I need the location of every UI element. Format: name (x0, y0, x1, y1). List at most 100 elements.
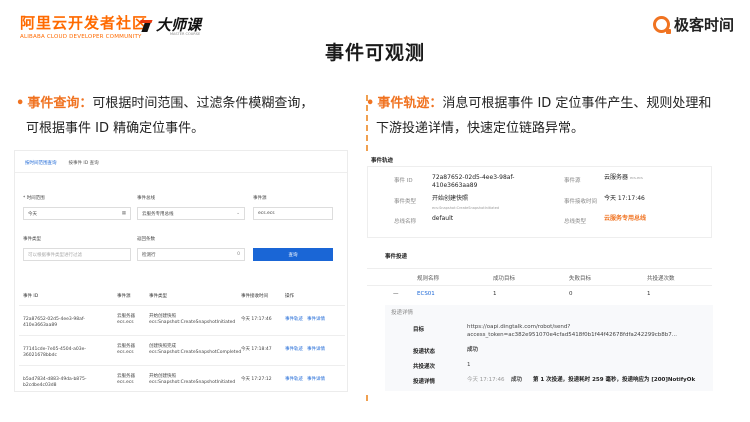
delivery-row-line (367, 285, 712, 286)
trace-keyword: 事件轨迹： (377, 96, 443, 111)
calendar-icon: ▦ (121, 211, 126, 216)
type-value: 开始创建快照 (432, 195, 469, 202)
count-input[interactable]: 检测行 0 (137, 248, 245, 261)
col-source: 事件源 (117, 294, 131, 299)
table-row: 72a87652-02d5-4ee3-98af-410e3663aa89 云服务… (19, 305, 345, 335)
col-ops: 操作 (285, 294, 294, 299)
detail-link[interactable]: 事件详情 (307, 317, 325, 323)
delivery-title: 事件投递 (385, 254, 408, 260)
query-description: • 事件查询：可根据时间范围、过滤条件模糊查询， 可根据事件 ID 精确定位事件。 (16, 91, 361, 141)
trace-info-box: 事件 ID 72a87652-02d5-4ee3-98af- 410e3663a… (367, 166, 712, 238)
type-label: 事件类型 (394, 199, 417, 205)
fail-count: 0 (569, 291, 573, 297)
bullet: • (16, 96, 25, 111)
row-type: 开始创建快照 ecs:Snapshot:CreateSnapshotInitia… (149, 374, 236, 385)
query-keyword: 事件查询： (27, 96, 93, 111)
event-trace-panel: 事件轨迹 事件 ID 72a87652-02d5-4ee3-98af- 410e… (365, 152, 715, 392)
event-bus-label: 事件总线 (137, 196, 155, 201)
alibaba-cloud-logo: 阿里云开发者社区 ALIBABA CLOUD DEVELOPER COMMUNI… (20, 12, 148, 40)
event-source-label: 事件源 (253, 196, 267, 201)
col-total: 共投递次数 (647, 276, 675, 282)
target-url-2: access_token=ac382e951070e4cfad5418f0b1f… (467, 332, 678, 338)
count-value: 1 (467, 362, 471, 368)
event-source-value: ecs.ecs (258, 211, 275, 216)
source-code: ecs.ecs (629, 176, 643, 180)
query-text-1: 可根据时间范围、过滤条件模糊查询， (92, 96, 314, 111)
detail-title: 投递详情 (391, 310, 414, 316)
row-time: 今天 17:17:46 (241, 317, 272, 322)
trace-link[interactable]: 事件轨迹 (285, 377, 303, 383)
detail-status: 成功 (511, 377, 523, 383)
master-course-mark-icon (140, 18, 154, 32)
collapse-icon[interactable]: — (393, 291, 399, 297)
brand-name-cn: 阿里云开发者社区 (20, 14, 149, 32)
row-source: 云服务器 ecs.ecs (117, 344, 135, 355)
event-source-input[interactable]: ecs.ecs (253, 207, 333, 220)
row-source: 云服务器 ecs.ecs (117, 314, 135, 325)
query-tabs: 按时间范围查询 按事件 ID 查询 (21, 157, 107, 173)
status-label: 投递状态 (413, 349, 436, 355)
trace-description: • 事件轨迹：消息可根据事件 ID 定位事件产生、规则处理和 下游投递详情，快速定… (366, 91, 738, 141)
geektime-logo: 极客时间 (652, 14, 734, 35)
detail-link[interactable]: 事件详情 (307, 347, 325, 353)
count-label: 共投递次 (413, 364, 436, 370)
event-query-panel: 按时间范围查询 按事件 ID 查询 * 时间范围 今天 ▦ 事件总线 云服务专用… (14, 150, 348, 392)
recv-time-value: 今天 17:17:46 (604, 195, 645, 202)
table-row: 77141cde-7e05-4504-a03e-36021678bbdc 云服务… (19, 335, 345, 365)
query-text-2: 可根据事件 ID 精确定位事件。 (26, 121, 205, 136)
detail-text: 第 1 次投递，投递耗时 259 毫秒，投递响应为 [200]NotifyOk (533, 377, 696, 383)
chevron-down-icon: ⌄ (236, 211, 240, 216)
event-type-filter-input[interactable]: 可以根据事件类型进行过滤 (23, 248, 131, 261)
status-value: 成功 (467, 347, 479, 353)
geektime-name: 极客时间 (673, 16, 734, 34)
row-type: 创建快照完成 ecs:Snapshot:CreateSnapshotComple… (149, 344, 242, 355)
table-row: b5ad7834-d883-49da-b875-b2cdbe4c03d8 云服务… (19, 365, 345, 395)
source-value: 云服务器 ecs.ecs (604, 174, 643, 182)
col-event-id: 事件 ID (23, 294, 39, 299)
event-bus-value: 云服务专用总线 (142, 212, 174, 217)
tab-time-range[interactable]: 按时间范围查询 (21, 157, 61, 173)
query-button[interactable]: 查询 (253, 248, 333, 261)
detail-time: 今天 17:17:46 (467, 377, 505, 383)
count-label: 返回条数 (137, 237, 155, 242)
row-event-id: 77141cde-7e05-4504-a03e-36021678bbdc (23, 347, 86, 358)
rule-name-link[interactable]: ECS01 (417, 291, 435, 297)
detail-label: 投递详情 (413, 379, 436, 385)
count-number: 0 (237, 252, 240, 257)
delivery-header-line (367, 268, 712, 269)
recv-time-label: 事件接收时间 (564, 199, 598, 205)
success-count: 1 (493, 291, 497, 297)
row-type: 开始创建快照 ecs:Snapshot:CreateSnapshotInitia… (149, 314, 236, 325)
trace-link[interactable]: 事件轨迹 (285, 347, 303, 353)
master-course-logo: 大师课 MASTER COURSE (140, 14, 201, 36)
col-type: 事件类型 (149, 294, 167, 299)
trace-link[interactable]: 事件轨迹 (285, 317, 303, 323)
bus-name-value: default (432, 215, 454, 222)
master-course-sub: MASTER COURSE (170, 32, 201, 36)
time-range-label: * 时间范围 (23, 196, 45, 201)
row-event-id: b5ad7834-d883-49da-b875-b2cdbe4c03d8 (23, 377, 87, 388)
bus-name-label: 总线名称 (394, 219, 417, 225)
event-type-label: 事件类型 (23, 237, 41, 242)
trace-title: 事件轨迹 (371, 158, 394, 164)
tab-event-id[interactable]: 按事件 ID 查询 (65, 157, 103, 173)
col-success: 成功目标 (493, 276, 516, 282)
event-bus-select[interactable]: 云服务专用总线 ⌄ (137, 207, 245, 220)
time-range-value: 今天 (28, 212, 37, 217)
target-label: 目标 (413, 327, 425, 333)
col-rule-name: 规则名称 (417, 276, 440, 282)
detail-link[interactable]: 事件详情 (307, 377, 325, 383)
col-fail: 失败目标 (569, 276, 592, 282)
source-label: 事件源 (564, 178, 581, 184)
trace-text-2: 下游投递详情，快速定位链路异常。 (376, 121, 585, 136)
time-range-input[interactable]: 今天 ▦ (23, 207, 131, 220)
type-code: ecs:Snapshot:CreateSnapshotInitiated (432, 206, 500, 210)
total-count: 1 (647, 291, 651, 297)
event-id-value-2: 410e3663aa89 (432, 182, 478, 189)
delivery-detail-box: 投递详情 目标 https://oapi.dingtalk.com/robot/… (385, 305, 713, 391)
bus-type-label: 总线类型 (564, 219, 587, 225)
event-id-label: 事件 ID (394, 178, 413, 184)
row-time: 今天 17:18:47 (241, 347, 272, 352)
source-name: 云服务器 (604, 174, 629, 181)
col-time: 事件接收时间 (241, 294, 268, 299)
